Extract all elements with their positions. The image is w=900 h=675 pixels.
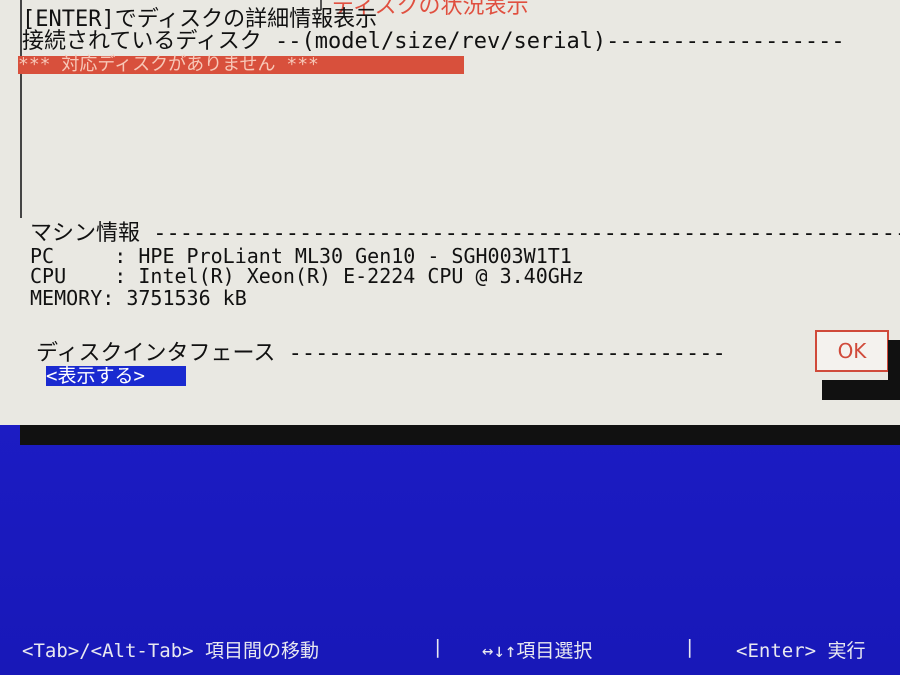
status-separator: | [432, 636, 444, 658]
dialog-shadow-right [822, 380, 900, 400]
machine-info-header: マシン情報 ----------------------------------… [30, 221, 900, 246]
status-separator: | [684, 636, 696, 658]
status-bar: <Tab>/<Alt-Tab> 項目間の移動 | ↔↓↑項目選択 | <Ente… [0, 636, 900, 662]
disk-interface-header: ディスクインタフェース ----------------------------… [36, 341, 726, 366]
connected-disks-header: 接続されているディスク --(model/size/rev/serial)---… [22, 29, 845, 54]
dialog-shadow-right-top [888, 340, 900, 380]
status-enter-hint: <Enter> 実行 [736, 640, 866, 662]
no-disk-error: *** 対応ディスクがありません *** [18, 56, 464, 74]
disk-status-dialog: ディスクの状況表示 [ENTER]でディスクの詳細情報表示 接続されているディス… [0, 0, 900, 425]
status-tab-hint: <Tab>/<Alt-Tab> 項目間の移動 [22, 640, 320, 662]
machine-memory-line: MEMORY: 3751536 kB [30, 286, 247, 310]
ok-button[interactable]: OK [815, 330, 889, 372]
machine-cpu-line: CPU : Intel(R) Xeon(R) E-2224 CPU @ 3.40… [30, 264, 584, 288]
dialog-shadow-bottom [20, 425, 900, 445]
show-disk-interface-button[interactable]: <表示する> [46, 366, 186, 386]
terminal-screen: ディスクの状況表示 [ENTER]でディスクの詳細情報表示 接続されているディス… [0, 0, 900, 675]
status-arrow-hint: ↔↓↑項目選択 [482, 640, 593, 662]
